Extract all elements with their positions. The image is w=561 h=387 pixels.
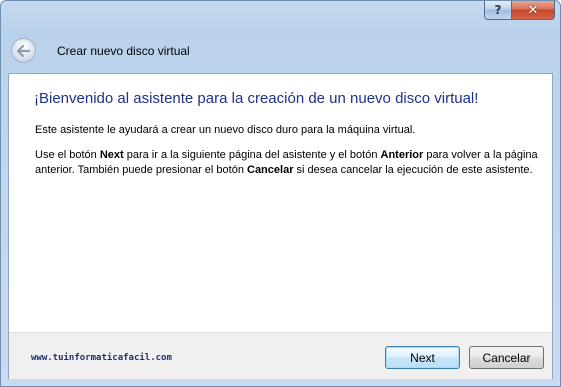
wizard-content: ¡Bienvenido al asistente para la creació… bbox=[8, 73, 553, 379]
help-button[interactable]: ? bbox=[484, 1, 511, 20]
instructions-text-2: para ir a la siguiente página del asiste… bbox=[123, 149, 381, 161]
cancel-button[interactable]: Cancelar bbox=[469, 346, 544, 369]
instructions-next-keyword: Next bbox=[99, 149, 124, 161]
intro-paragraph: Este asistente le ayudará a crear un nue… bbox=[35, 124, 416, 136]
instructions-cancel-keyword: Cancelar bbox=[247, 164, 294, 176]
help-icon: ? bbox=[494, 3, 502, 17]
instructions-paragraph: Use el botón Next para ir a la siguiente… bbox=[35, 148, 545, 178]
instructions-back-keyword: Anterior bbox=[380, 149, 424, 161]
instructions-text-4: si desea cancelar la ejecución de este a… bbox=[293, 164, 533, 176]
welcome-heading: ¡Bienvenido al asistente para la creació… bbox=[34, 90, 479, 107]
watermark-text: www.tuinformaticafacil.com bbox=[31, 353, 172, 363]
wizard-header: Crear nuevo disco virtual bbox=[1, 31, 560, 71]
next-button[interactable]: Next bbox=[385, 346, 460, 369]
title-bar: ? ✕ bbox=[1, 1, 560, 25]
wizard-title: Crear nuevo disco virtual bbox=[57, 44, 190, 58]
title-bar-buttons: ? ✕ bbox=[484, 1, 555, 20]
instructions-text-1: Use el botón bbox=[35, 149, 100, 161]
close-icon: ✕ bbox=[527, 2, 539, 18]
wizard-footer: www.tuinformaticafacil.com Next Cancelar bbox=[9, 332, 552, 379]
back-arrow-icon bbox=[17, 44, 30, 57]
close-button[interactable]: ✕ bbox=[511, 1, 555, 20]
wizard-window: ? ✕ Crear nuevo disco virtual ¡Bienvenid… bbox=[0, 0, 561, 387]
back-button[interactable] bbox=[11, 38, 36, 63]
